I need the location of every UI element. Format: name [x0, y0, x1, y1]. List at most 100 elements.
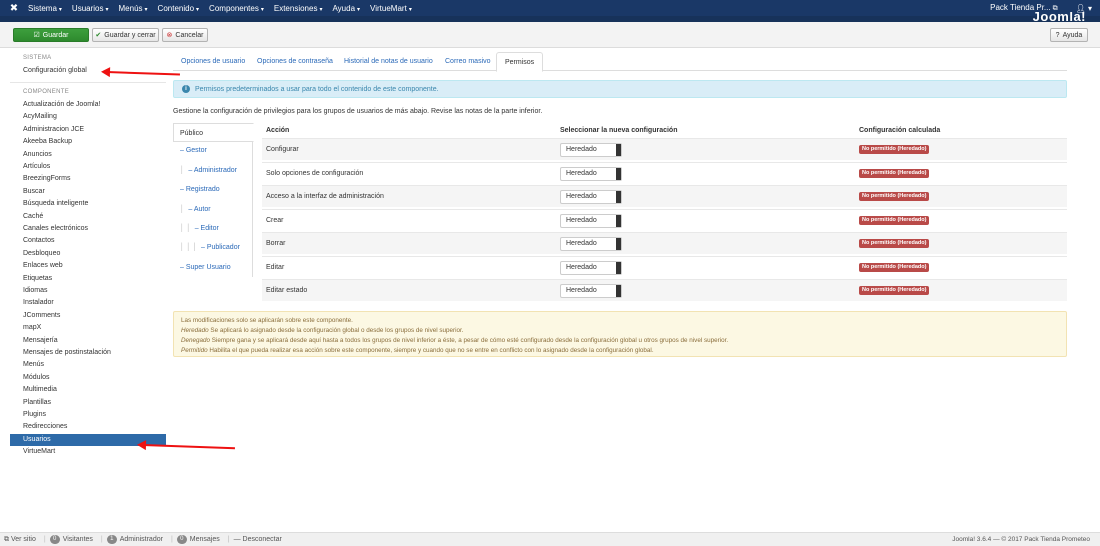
menu-sistema[interactable]: Sistema ▾	[23, 4, 67, 13]
save-button[interactable]: ☑ Guardar	[13, 28, 89, 42]
group-administrador[interactable]: │ – Administrador	[173, 161, 253, 180]
sidebar-item-component[interactable]: Artículos	[10, 161, 166, 173]
sidebar-item-component[interactable]: Búsqueda inteligente	[10, 198, 166, 210]
tab-mass-mail[interactable]: Correo masivo	[437, 52, 499, 71]
sidebar-item-component[interactable]: JComments	[10, 310, 166, 322]
group-super-usuario[interactable]: – Super Usuario	[173, 258, 253, 277]
menu-contenido[interactable]: Contenido ▾	[153, 4, 205, 13]
permission-select[interactable]: Heredado	[560, 143, 622, 157]
sidebar-item-component[interactable]: Caché	[10, 211, 166, 223]
sidebar-item-component[interactable]: Módulos	[10, 372, 166, 384]
group-label: – Registrado	[180, 186, 220, 193]
user-groups-list: Público – Gestor │ – Administrador – Regi…	[173, 123, 254, 277]
sidebar-item-component[interactable]: Buscar	[10, 186, 166, 198]
sidebar-item-global-config[interactable]: Configuración global	[10, 65, 166, 77]
permission-row: Solo opciones de configuración Heredado No…	[262, 161, 1067, 184]
select-value: Heredado	[566, 287, 597, 294]
select-value: Heredado	[566, 146, 597, 153]
group-label: – Publicador	[201, 244, 240, 251]
sidebar-item-component[interactable]: Mensajes de postinstalación	[10, 347, 166, 359]
permission-action: Borrar	[266, 240, 286, 247]
menu-extensiones[interactable]: Extensiones ▾	[269, 4, 328, 13]
sidebar-item-component[interactable]: Desbloqueo	[10, 248, 166, 260]
tree-indent: │ │ │	[180, 244, 198, 251]
permissions-notes: Las modificaciones solo se aplicarán sob…	[173, 311, 1067, 357]
sidebar-item-component[interactable]: BreezingForms	[10, 173, 166, 185]
sidebar-item-component[interactable]: Enlaces web	[10, 260, 166, 272]
select-arrow-icon	[616, 285, 621, 297]
arrow-head-icon	[136, 439, 147, 451]
view-site-link[interactable]: ⧉ Ver sitio	[4, 536, 36, 544]
group-editor[interactable]: │ │ – Editor	[173, 219, 253, 238]
help-button[interactable]: ? Ayuda	[1050, 28, 1088, 42]
joomla-wordmark: Joomla!	[1032, 12, 1086, 21]
caret-down-icon: ▾	[105, 6, 109, 13]
permission-select[interactable]: Heredado	[560, 190, 622, 204]
menu-menus[interactable]: Menús ▾	[114, 4, 153, 13]
permission-select[interactable]: Heredado	[560, 166, 622, 181]
sidebar-item-component[interactable]: Etiquetas	[10, 273, 166, 285]
save-close-button[interactable]: ✔ Guardar y cerrar	[92, 28, 159, 42]
note-text: Siempre gana y se aplicará desde aquí ha…	[210, 337, 729, 344]
sidebar-item-component[interactable]: Canales electrónicos	[10, 223, 166, 235]
permissions-description: Gestione la configuración de privilegios…	[173, 108, 543, 115]
sidebar-item-component[interactable]: Menús	[10, 359, 166, 371]
view-site-label: Ver sitio	[10, 536, 36, 543]
cancel-button[interactable]: ⊗ Cancelar	[162, 28, 208, 42]
tab-permissions[interactable]: Permisos	[496, 52, 544, 72]
separator: |	[227, 536, 230, 543]
help-label: Ayuda	[1062, 31, 1083, 39]
messages-count-badge: 0	[176, 535, 187, 544]
calculated-badge: No permitido (Heredado)	[859, 262, 930, 272]
external-link-icon: ⧉	[1052, 5, 1058, 12]
sidebar-item-component[interactable]: Actualización de Joomla!	[10, 99, 166, 111]
group-publicador[interactable]: │ │ │ – Publicador	[173, 238, 253, 257]
tab-notes-history[interactable]: Historial de notas de usuario	[336, 52, 441, 71]
sidebar-item-component[interactable]: Akeeba Backup	[10, 136, 166, 148]
tab-user-options[interactable]: Opciones de usuario	[173, 52, 253, 71]
sidebar-item-component[interactable]: Instalador	[10, 297, 166, 309]
sidebar-item-component[interactable]: Redirecciones	[10, 421, 166, 433]
joomla-logo-icon[interactable]: ✖	[5, 0, 23, 16]
group-publico[interactable]: Público	[173, 123, 254, 142]
menu-componentes[interactable]: Componentes ▾	[204, 4, 269, 13]
permission-row: Editar Heredado No permitido (Heredado)	[262, 255, 1067, 278]
tab-password-options[interactable]: Opciones de contraseña	[249, 52, 341, 71]
select-value: Heredado	[566, 240, 597, 247]
group-autor[interactable]: │ – Autor	[173, 200, 253, 219]
menu-ayuda[interactable]: Ayuda ▾	[327, 4, 365, 13]
messages-link[interactable]: 0 Mensajes	[176, 535, 220, 544]
admin-count-badge: 1	[106, 535, 117, 544]
calculated-badge: No permitido (Heredado)	[859, 239, 930, 248]
permission-select[interactable]: Heredado	[560, 260, 622, 275]
group-registrado[interactable]: – Registrado	[173, 180, 253, 199]
logout-link[interactable]: — Desconectar	[234, 536, 282, 543]
permission-select[interactable]: Heredado	[560, 284, 622, 298]
toolbar: ☑ Guardar ✔ Guardar y cerrar ⊗ Cancelar ? Ay…	[0, 22, 1100, 48]
group-label: – Autor	[188, 206, 211, 213]
select-arrow-icon	[616, 238, 621, 250]
sidebar-item-component[interactable]: Idiomas	[10, 285, 166, 297]
sidebar-item-component[interactable]: Multimedia	[10, 384, 166, 396]
permission-select[interactable]: Heredado	[560, 237, 622, 251]
info-alert: i Permisos predeterminados a usar para t…	[173, 80, 1067, 98]
menu-usuarios[interactable]: Usuarios ▾	[67, 4, 114, 13]
caret-down-icon: ▾	[144, 6, 148, 13]
select-arrow-icon	[616, 261, 621, 274]
sidebar-item-component[interactable]: Administracion JCE	[10, 124, 166, 136]
calculated-badge: No permitido (Heredado)	[859, 286, 930, 295]
sidebar-item-component[interactable]: Plugins	[10, 409, 166, 421]
sidebar-item-component[interactable]: AcyMailing	[10, 111, 166, 123]
group-label: – Editor	[194, 225, 219, 232]
group-gestor[interactable]: – Gestor	[173, 141, 253, 160]
sidebar-item-component[interactable]: Contactos	[10, 235, 166, 247]
permission-select[interactable]: Heredado	[560, 213, 622, 228]
menu-virtuemart[interactable]: VirtueMart ▾	[365, 4, 417, 13]
sidebar-item-component[interactable]: Plantillas	[10, 397, 166, 409]
permission-action: Acceso a la interfaz de administración	[266, 193, 384, 200]
menu-label: VirtueMart	[370, 3, 407, 13]
sidebar-item-component[interactable]: mapX	[10, 322, 166, 334]
sidebar-item-component[interactable]: Mensajería	[10, 335, 166, 347]
sidebar-item-component[interactable]: Anuncios	[10, 149, 166, 161]
note-term: Heredado	[181, 327, 209, 334]
